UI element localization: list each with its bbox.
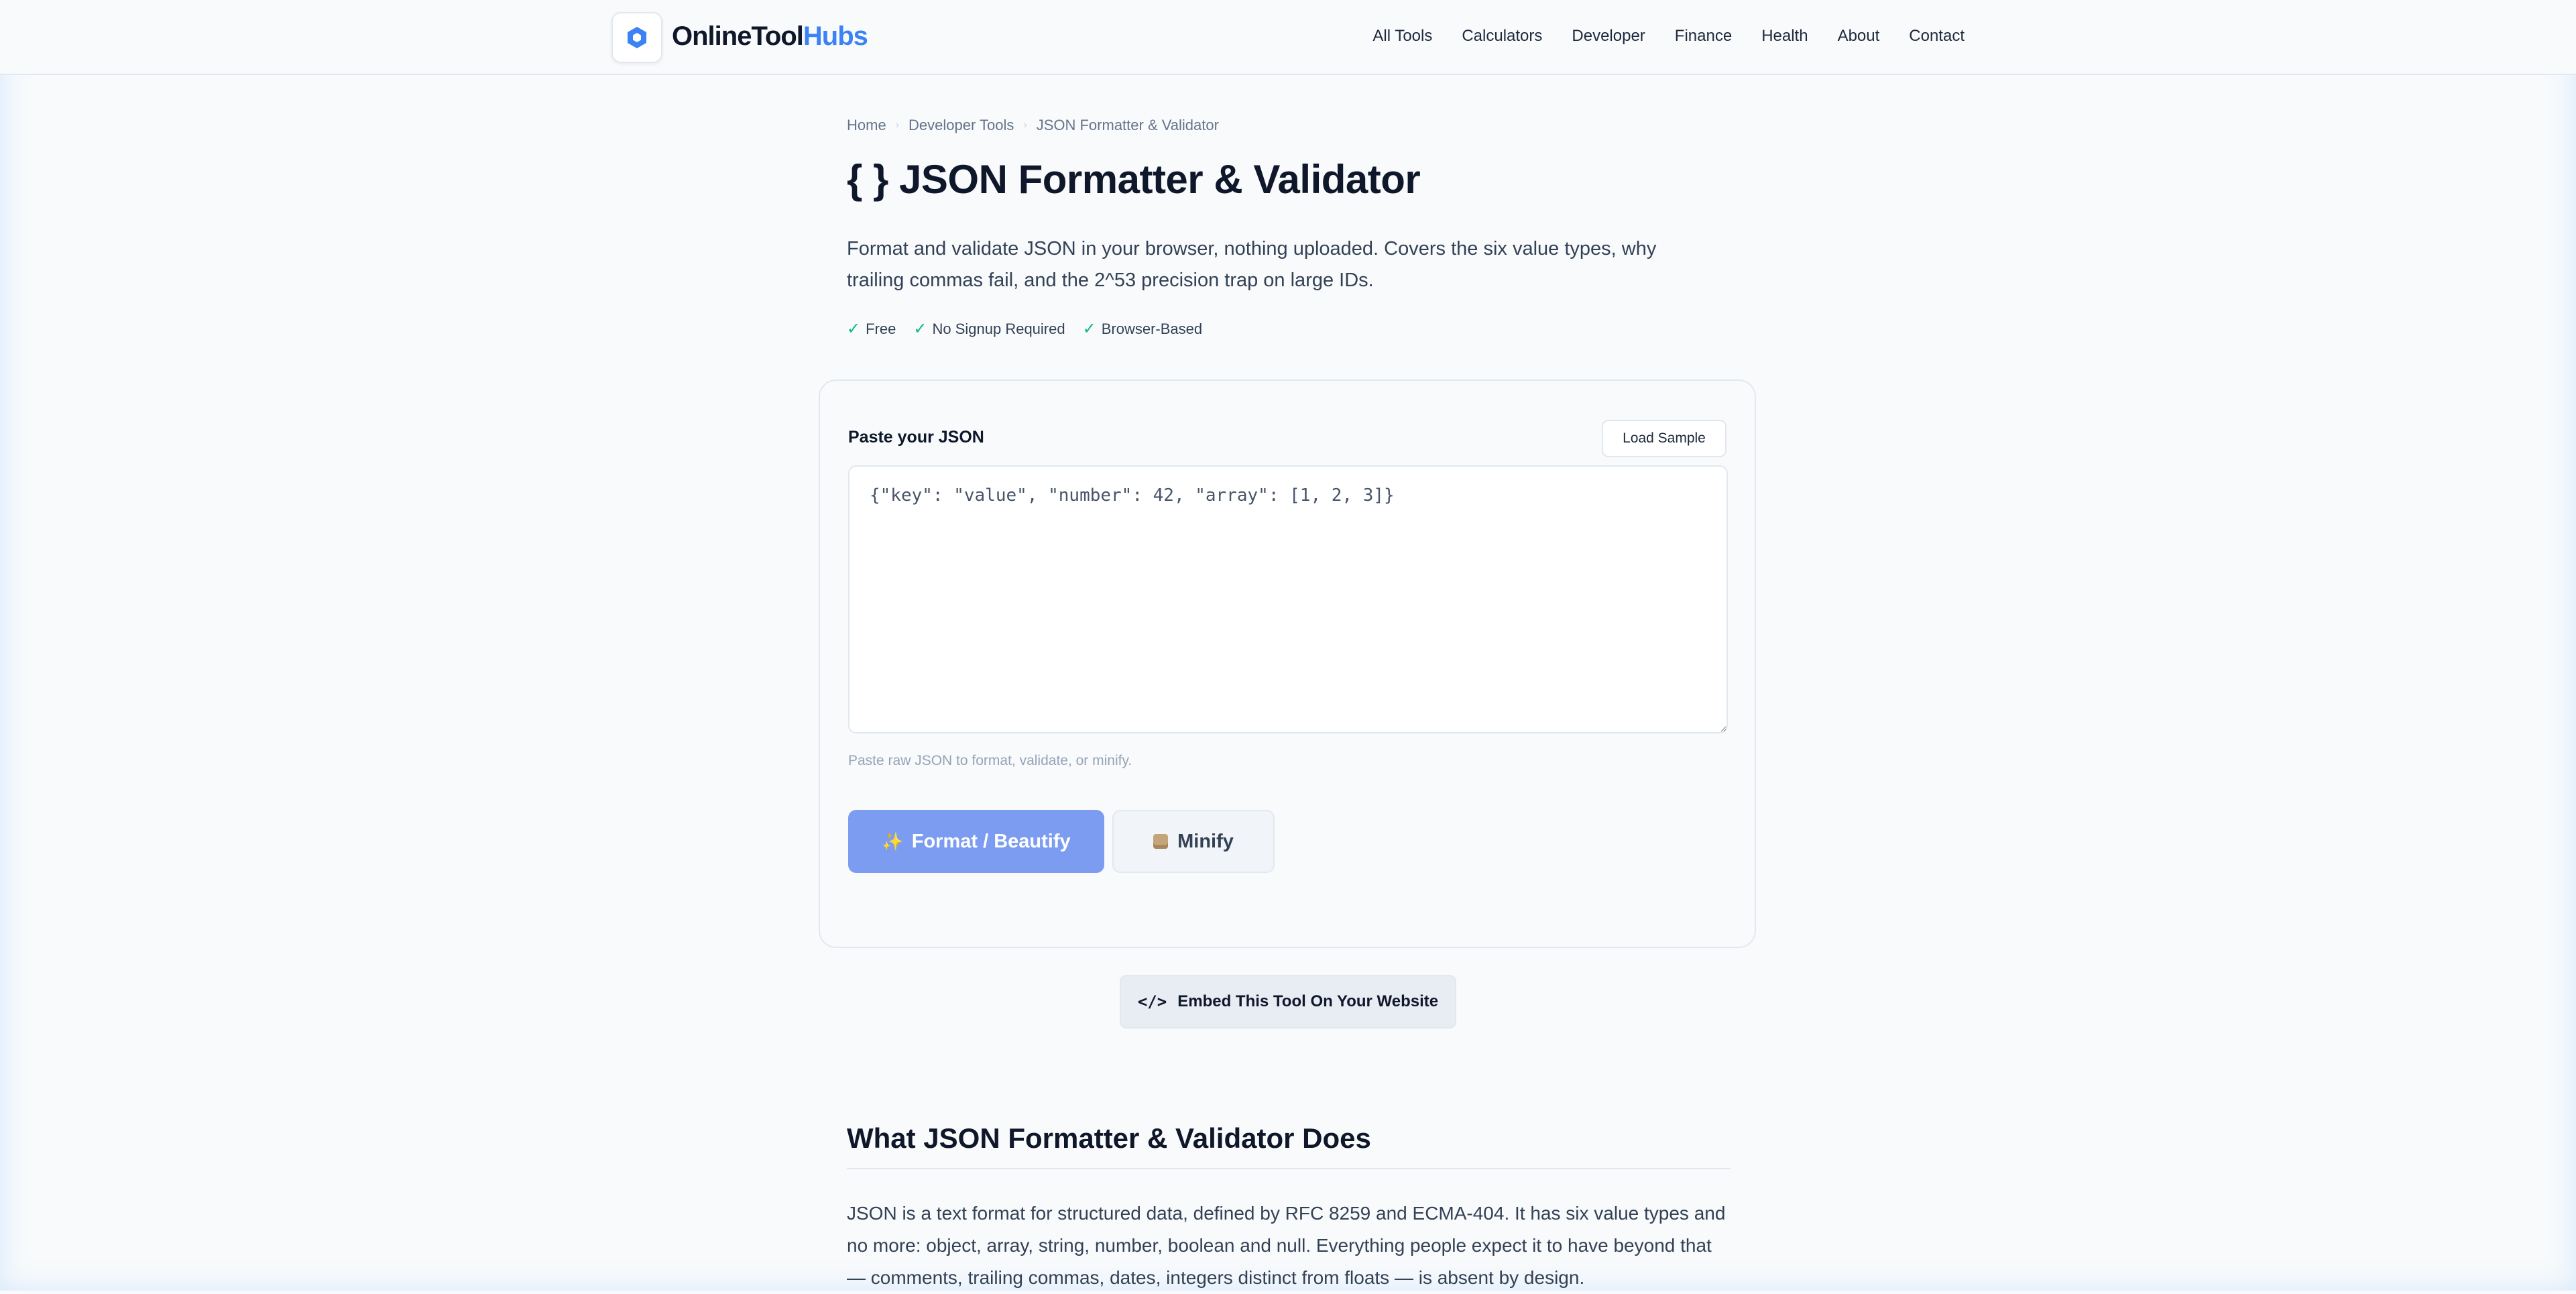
nav-health[interactable]: Health	[1761, 25, 1808, 47]
page-title: { } JSON Formatter & Validator	[847, 157, 1421, 202]
nav-contact[interactable]: Contact	[1909, 25, 1965, 47]
badge-browser-based: ✓ Browser-Based	[1083, 319, 1203, 339]
main-nav: All Tools Calculators Developer Finance …	[1372, 25, 1965, 47]
check-icon: ✓	[913, 320, 927, 338]
embed-tool-button[interactable]: </> Embed This Tool On Your Website	[1120, 975, 1456, 1028]
format-button-label: Format / Beautify	[911, 830, 1071, 852]
breadcrumb: Home › Developer Tools › JSON Formatter …	[847, 115, 1219, 135]
breadcrumb-developer-tools[interactable]: Developer Tools	[909, 115, 1014, 135]
brand-text-accent: Hubs	[803, 21, 868, 51]
minify-button[interactable]: Minify	[1112, 810, 1275, 873]
badge-free: ✓ Free	[847, 319, 896, 339]
breadcrumb-current: JSON Formatter & Validator	[1036, 117, 1219, 133]
section-divider	[847, 1168, 1731, 1169]
logo-hexagon-icon[interactable]	[611, 12, 662, 63]
json-input-hint: Paste raw JSON to format, validate, or m…	[848, 753, 1132, 768]
badge-label: Browser-Based	[1101, 320, 1203, 337]
breadcrumb-chevron-icon: ›	[895, 119, 900, 131]
tool-card: Paste your JSON Load Sample Paste raw JS…	[819, 379, 1756, 948]
badge-label: Free	[866, 320, 896, 337]
embed-button-label: Embed This Tool On Your Website	[1177, 992, 1439, 1010]
badge-no-signup: ✓ No Signup Required	[913, 319, 1065, 339]
check-icon: ✓	[847, 320, 861, 338]
json-input[interactable]	[848, 465, 1728, 733]
breadcrumb-home[interactable]: Home	[847, 115, 886, 135]
breadcrumb-chevron-icon: ›	[1023, 119, 1027, 131]
site-header: OnlineToolHubs All Tools Calculators Dev…	[0, 0, 2576, 75]
check-icon: ✓	[1082, 320, 1096, 338]
nav-developer[interactable]: Developer	[1572, 25, 1645, 47]
format-beautify-button[interactable]: ✨ Format / Beautify	[848, 810, 1104, 873]
load-sample-button[interactable]: Load Sample	[1602, 420, 1726, 457]
nav-finance[interactable]: Finance	[1675, 25, 1732, 47]
brand-text: OnlineTool	[672, 21, 804, 51]
package-icon	[1153, 834, 1169, 849]
section-body: JSON is a text format for structured dat…	[847, 1203, 1726, 1288]
nav-calculators[interactable]: Calculators	[1462, 25, 1542, 47]
brand-logo[interactable]: OnlineToolHubs	[672, 19, 868, 54]
minify-button-label: Minify	[1177, 830, 1234, 852]
nav-about[interactable]: About	[1838, 25, 1880, 47]
sparkles-icon: ✨	[882, 831, 904, 851]
section-title: What JSON Formatter & Validator Does	[847, 1122, 1371, 1154]
json-input-label: Paste your JSON	[848, 428, 984, 447]
badge-label: No Signup Required	[932, 320, 1065, 337]
feature-badges: ✓ Free ✓ No Signup Required ✓ Browser-Based	[847, 319, 1220, 339]
code-icon: </>	[1137, 992, 1167, 1011]
nav-all-tools[interactable]: All Tools	[1372, 25, 1432, 47]
page-intro: Format and validate JSON in your browser…	[847, 238, 1657, 291]
